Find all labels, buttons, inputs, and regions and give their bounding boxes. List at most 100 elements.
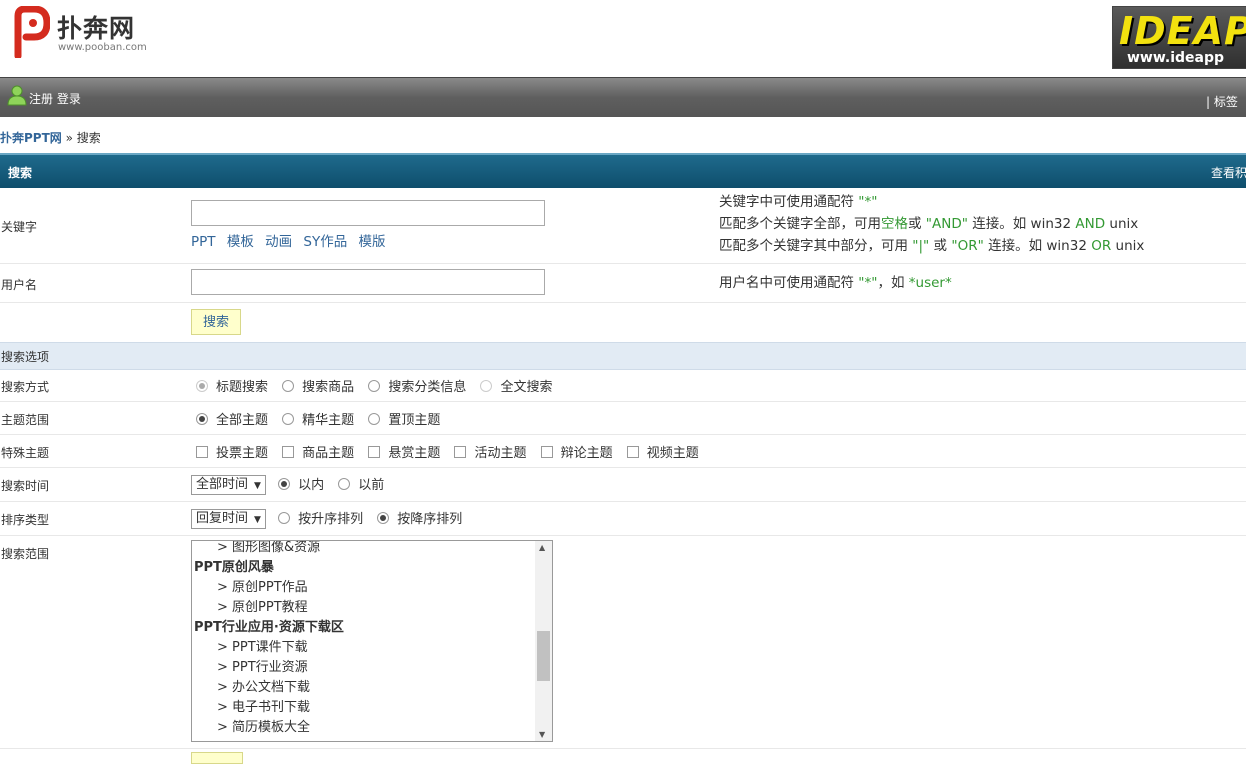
sort-order-option[interactable]: 按降序排列 [377,508,462,527]
search-mode-option[interactable]: 全文搜索 [480,376,552,395]
topic-range-option[interactable]: 全部主题 [196,409,268,428]
special-topics-label: 特殊主题 [1,446,50,460]
special-topic-option[interactable]: 投票主题 [196,442,268,461]
radio[interactable] [368,380,381,392]
special-topics-options: 投票主题 商品主题 悬赏主题 活动主题 辩论主题 视频主题 [196,442,709,461]
special-topic-option[interactable]: 悬赏主题 [368,442,440,461]
scrollbar-thumb[interactable] [537,631,550,681]
search-time-option[interactable]: 以内 [278,474,324,493]
radio[interactable] [338,478,351,490]
topic-range-option[interactable]: 精华主题 [282,409,354,428]
special-topic-option[interactable]: 活动主题 [454,442,526,461]
hint-highlight: "AND" [925,216,968,232]
hint-text: 匹配多个关键字全部，可用 [719,216,881,232]
option-label: 精华主题 [302,413,355,428]
scope-group[interactable]: PPT行业应用·资源下载区 [192,618,552,638]
scope-option[interactable]: > 电子书刊下载 [192,698,552,718]
row-divider [0,434,1246,435]
radio-disabled[interactable] [480,380,493,392]
checkbox[interactable] [196,446,208,458]
scope-option[interactable]: > 原创PPT作品 [192,578,552,598]
scope-option[interactable]: > 原创PPT教程 [192,598,552,618]
hint-text: 连接。如 win32 [967,216,1076,232]
ad-banner[interactable]: IDEAP www.ideapp [1112,6,1246,69]
keyword-input[interactable] [191,200,545,226]
scope-option[interactable]: > 办公文档下载 [192,678,552,698]
brand-url: www.pooban.com [58,42,147,53]
scope-group[interactable]: PPT原创风暴 [192,558,552,578]
option-label: 视频主题 [646,446,699,461]
option-label: 投票主题 [216,446,269,461]
hint-highlight: "*" [858,275,878,291]
scroll-up-icon[interactable]: ▲ [539,543,545,552]
radio[interactable] [278,512,291,524]
tags-link[interactable]: | 标签 [1206,93,1238,110]
checkbox[interactable] [282,446,295,458]
scroll-down-icon[interactable]: ▼ [539,730,545,739]
hot-keyword-link[interactable]: SY作品 [303,234,347,250]
hint-highlight: 空格 [881,216,908,232]
user-icon [7,85,27,106]
banner-title: IDEAP [1119,9,1246,53]
checkbox[interactable] [454,446,467,458]
radio-selected[interactable] [377,512,390,524]
search-scope-listbox[interactable]: > 图形图像&资源 PPT原创风暴 > 原创PPT作品 > 原创PPT教程 PP… [191,540,553,742]
option-label: 标题搜索 [216,380,269,395]
option-label: 以前 [358,478,385,493]
topic-range-option[interactable]: 置顶主题 [368,409,440,428]
checkbox[interactable] [540,446,553,458]
search-mode-options: 标题搜索 搜索商品 搜索分类信息 全文搜索 [196,376,562,395]
search-time-select[interactable]: 全部时间 ▼ [191,475,266,495]
banner-url: www.ideapp [1127,50,1225,66]
hot-keyword-link[interactable]: 模版 [359,234,386,250]
hot-keyword-link[interactable]: 动画 [265,234,292,250]
row-divider [0,467,1246,468]
login-link[interactable]: 登录 [57,92,81,106]
option-label: 以内 [298,478,325,493]
auth-links: 注册 登录 [29,90,81,107]
option-label: 辩论主题 [560,446,613,461]
listbox-scrollbar[interactable]: ▲ ▼ [535,541,552,741]
radio[interactable] [368,413,381,425]
radio-selected[interactable] [278,478,291,490]
scope-option[interactable]: > 图形图像&资源 [192,541,552,558]
radio[interactable] [282,380,295,392]
search-mode-option[interactable]: 标题搜索 [196,376,268,395]
hot-keyword-link[interactable]: PPT [191,234,216,250]
register-link[interactable]: 注册 [29,92,53,106]
special-topic-option[interactable]: 视频主题 [626,442,699,461]
checkbox[interactable] [626,446,639,458]
username-input[interactable] [191,269,545,295]
hint-highlight: "|" [912,238,930,254]
option-label: 搜索分类信息 [388,380,467,395]
view-points-link[interactable]: 查看积 [1211,164,1246,181]
site-logo[interactable]: 扑奔网 www.pooban.com [10,4,160,60]
scope-option[interactable]: > 简历模板大全 [192,718,552,738]
hint-highlight: "OR" [951,238,984,254]
breadcrumb-home[interactable]: 扑奔PPT网 [0,131,62,145]
radio[interactable] [282,413,295,425]
sort-type-label: 排序类型 [1,513,50,527]
radio-selected[interactable] [196,413,208,425]
logo-p-icon [14,6,50,58]
site-header: 扑奔网 www.pooban.com IDEAP www.ideapp [0,0,1246,77]
sort-order-option[interactable]: 按升序排列 [278,508,363,527]
sort-type-select[interactable]: 回复时间 ▼ [191,509,266,529]
option-label: 全文搜索 [500,380,553,395]
search-mode-option[interactable]: 搜索分类信息 [368,376,466,395]
search-mode-option[interactable]: 搜索商品 [282,376,354,395]
scope-option[interactable]: > PPT行业资源 [192,658,552,678]
row-divider [0,263,1246,264]
hint-text: unix [1111,238,1145,254]
hint-text: 或 [929,238,952,254]
hot-keyword-link[interactable]: 模板 [227,234,254,250]
checkbox[interactable] [368,446,381,458]
select-value: 全部时间 [196,477,249,492]
search-button-bottom[interactable] [191,752,243,764]
special-topic-option[interactable]: 商品主题 [282,442,354,461]
scope-option[interactable]: > PPT课件下载 [192,638,552,658]
search-button[interactable]: 搜索 [191,309,241,335]
special-topic-option[interactable]: 辩论主题 [540,442,613,461]
radio-selected-disabled[interactable] [196,380,208,392]
search-time-option[interactable]: 以前 [338,474,384,493]
